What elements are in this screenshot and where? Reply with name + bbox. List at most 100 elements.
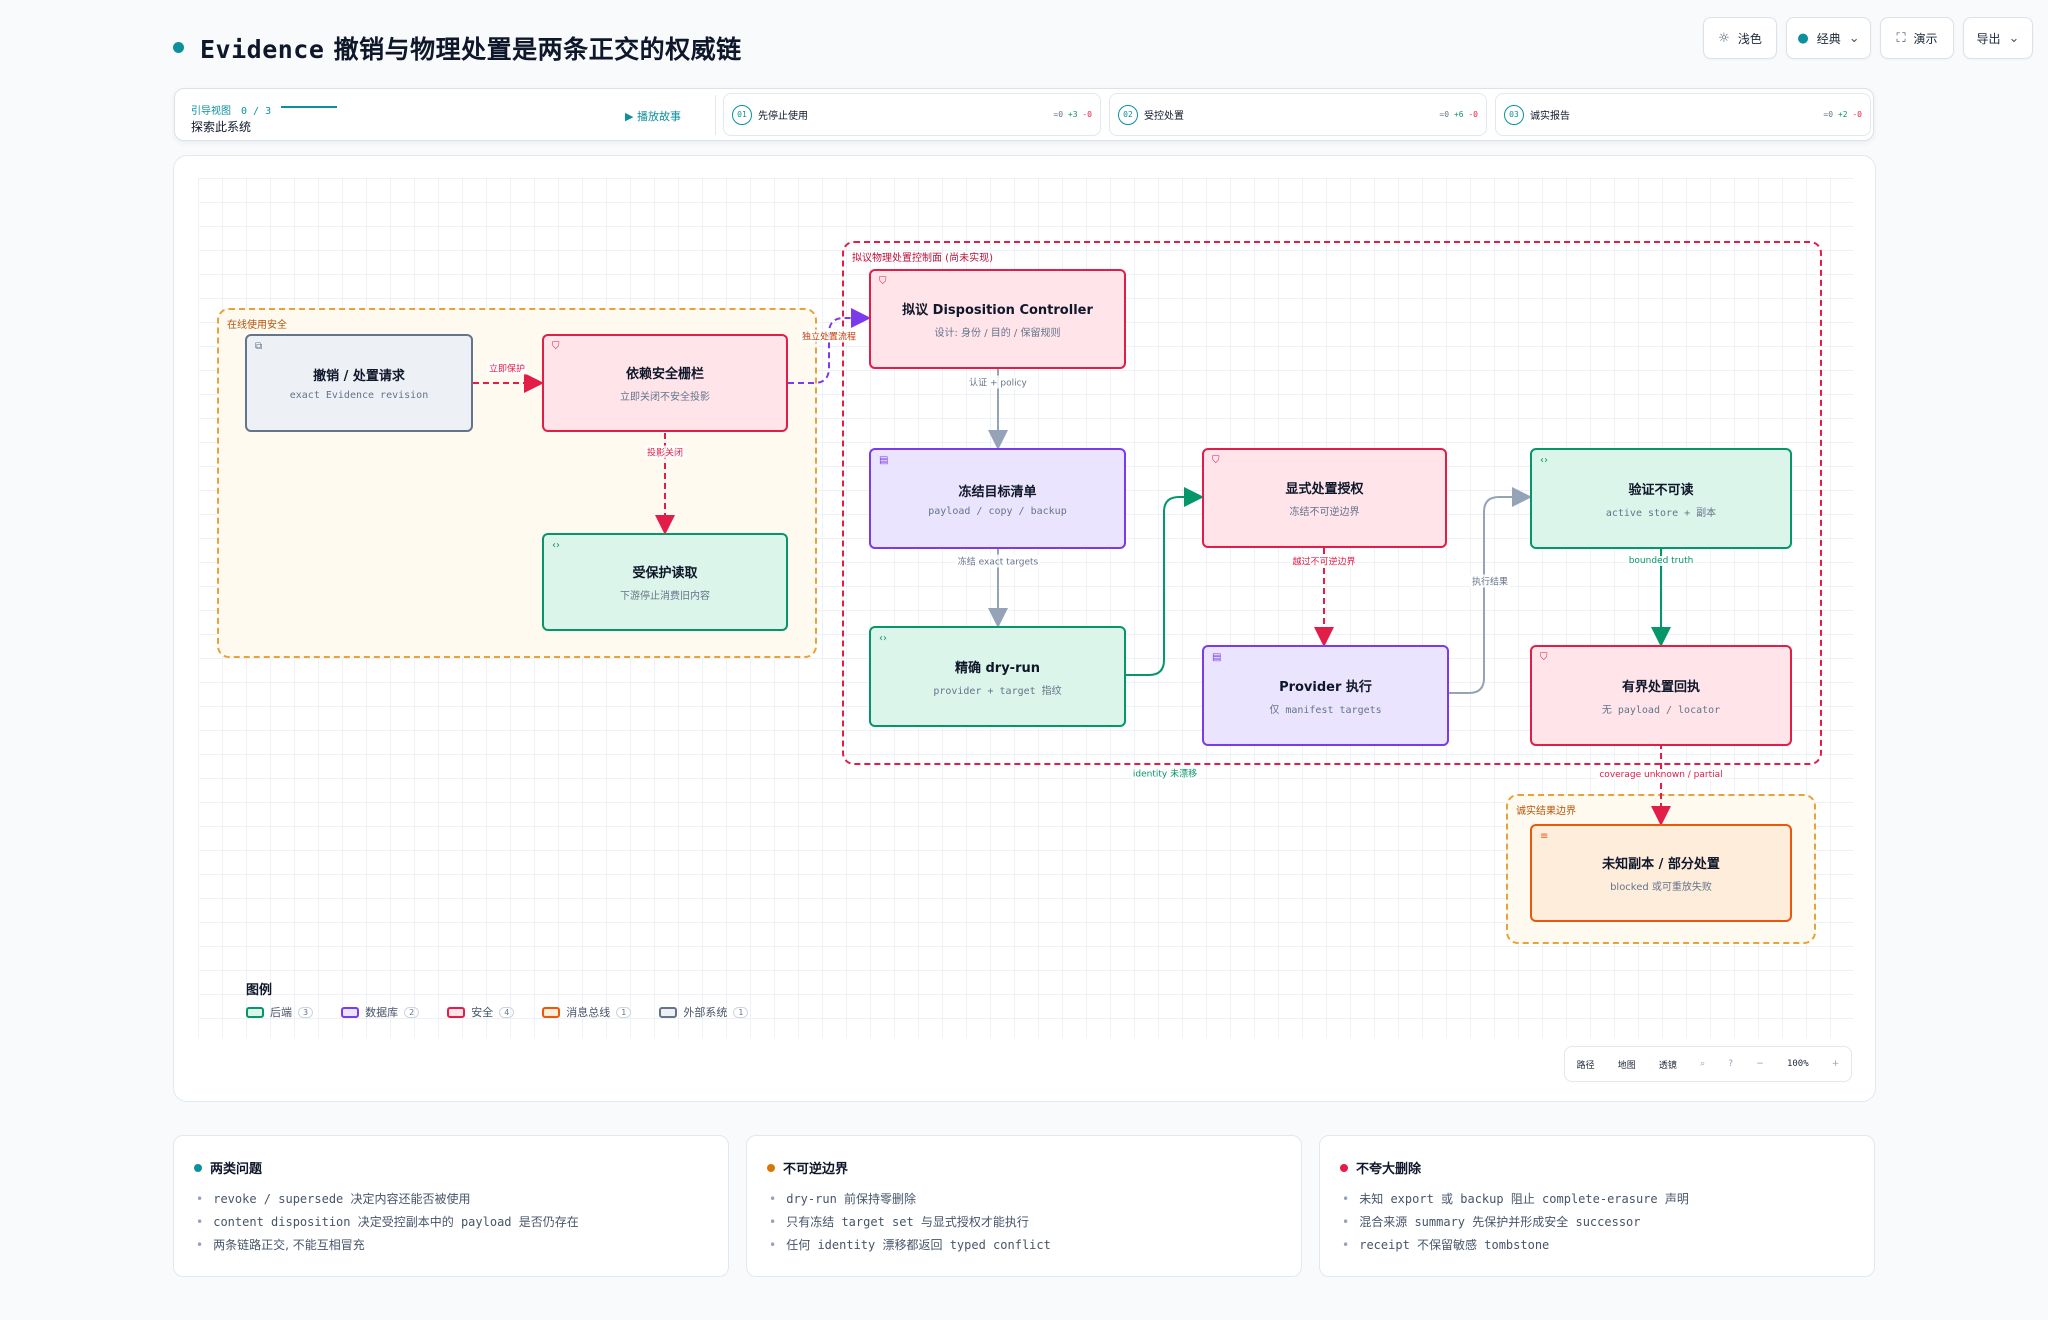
edge-label-irreversible: 越过不可逆边界 [1290, 554, 1358, 568]
tour-counter: 0 / 3 [241, 106, 272, 117]
legend-label: 外部系统 [683, 1006, 728, 1019]
external-link-icon: ⧉ [255, 341, 263, 352]
card-header: 不夸大删除 [1340, 1158, 1421, 1177]
node-title: Provider 执行 [1279, 679, 1372, 695]
node-dry-run[interactable]: ‹› 精确 dry-run provider + target 指纹 [869, 626, 1126, 727]
legend-item-backend[interactable]: 后端 3 [246, 1004, 314, 1020]
tour-step-delta: =0 +3 -0 [1053, 110, 1092, 119]
tour-step-2[interactable]: 02 受控处置 =0 +6 -0 [1109, 93, 1487, 136]
delta-equal: =0 [1439, 110, 1450, 119]
card-item: 只有冻结 target set 与显式授权才能执行 [769, 1211, 1051, 1234]
legend-label: 数据库 [365, 1006, 399, 1019]
tour-step-1[interactable]: 01 先停止使用 =0 +3 -0 [723, 93, 1101, 136]
light-theme-button[interactable]: ☼ 浅色 [1703, 17, 1777, 59]
card-list: dry-run 前保持零删除 只有冻结 target set 与显式授权才能执行… [769, 1188, 1051, 1257]
tour-explore-text: 探索此系统 [191, 120, 252, 134]
node-provider-execute[interactable]: ▤ Provider 执行 仅 manifest targets [1202, 645, 1449, 746]
edge-label-exec-result: 执行结果 [1469, 574, 1511, 588]
legend-label: 安全 [471, 1006, 494, 1019]
code-icon: ‹› [879, 633, 887, 644]
tour-divider [715, 95, 716, 135]
node-disposition-controller[interactable]: ⛉ 拟议 Disposition Controller 设计: 身份 / 目的 … [869, 269, 1126, 369]
card-item: receipt 不保留敏感 tombstone [1342, 1234, 1689, 1257]
tour-step-label: 诚实报告 [1530, 111, 1570, 122]
present-button[interactable]: ⛶ 演示 [1880, 17, 1954, 59]
export-button[interactable]: 导出 ⌄ [1963, 17, 2033, 59]
node-title: 受保护读取 [632, 566, 698, 581]
node-subtitle: 下游停止消费旧内容 [620, 591, 710, 602]
node-title: 有界处置回执 [1621, 679, 1700, 695]
delta-minus: -0 [1468, 110, 1478, 119]
tour-step-delta: =0 +6 -0 [1439, 110, 1478, 119]
delta-plus: +6 [1453, 110, 1464, 119]
node-protected-read[interactable]: ‹› 受保护读取 下游停止消费旧内容 [542, 533, 788, 631]
play-story-button[interactable]: ▶ 播放故事 [625, 108, 681, 124]
node-verify-unreadable[interactable]: ‹› 验证不可读 active store + 副本 [1530, 448, 1792, 549]
node-subtitle: payload / copy / backup [928, 505, 1067, 517]
node-title: 精确 dry-run [954, 660, 1041, 676]
legend-item-database[interactable]: 数据库 2 [341, 1004, 420, 1020]
zoom-out-button[interactable]: − [1756, 1059, 1764, 1069]
zoom-in-button[interactable]: + [1832, 1059, 1840, 1069]
title-status-dot [173, 42, 184, 53]
map-toggle[interactable]: 地图 [1618, 1058, 1636, 1071]
card-item: 未知 export 或 backup 阻止 complete-erasure 声… [1342, 1188, 1689, 1211]
zoom-level: 100% [1786, 1059, 1809, 1069]
card-item: 两条链路正交, 不能互相冒充 [196, 1234, 579, 1257]
node-subtitle: blocked 或可重放失败 [1610, 882, 1712, 893]
node-subtitle: 冻结不可逆边界 [1289, 507, 1360, 518]
edge-label-immediate-protect: 立即保护 [486, 361, 528, 375]
legend-swatch [341, 1006, 360, 1018]
delta-plus: +3 [1067, 110, 1078, 119]
node-revoke-request[interactable]: ⧉ 撤销 / 处置请求 exact Evidence revision [245, 334, 473, 432]
edge-label-identity-drift: identity 未漂移 [1130, 766, 1200, 780]
path-toggle[interactable]: 路径 [1577, 1058, 1595, 1071]
node-subtitle: 无 payload / locator [1601, 704, 1721, 716]
chevron-down-icon: ⌄ [2008, 30, 2020, 46]
edge-fence-controller [788, 308, 871, 384]
database-icon: ▤ [879, 455, 889, 466]
edge-label-freeze-targets: 冻结 exact targets [955, 554, 1041, 568]
export-label: 导出 [1976, 31, 2001, 46]
legend-count: 2 [404, 1006, 420, 1018]
card-list: revoke / supersede 决定内容还能否被使用 content di… [196, 1188, 579, 1257]
delta-minus: -0 [1082, 110, 1092, 119]
search-icon[interactable]: ⌕ [1700, 1059, 1705, 1069]
delta-equal: =0 [1053, 110, 1064, 119]
help-icon[interactable]: ? [1728, 1059, 1733, 1069]
node-explicit-authorization[interactable]: ⛉ 显式处置授权 冻结不可逆边界 [1202, 448, 1447, 548]
node-subtitle: 立即关闭不安全投影 [620, 392, 710, 403]
diagram-canvas[interactable]: 在线使用安全 拟议物理处置控制面 (尚未实现) 诚实结果边界 立即保护 投影关闭… [173, 155, 1876, 1102]
legend-label: 后端 [270, 1006, 292, 1019]
legend-count: 4 [499, 1006, 515, 1018]
node-title: 显式处置授权 [1285, 482, 1364, 497]
card-two-problems: 两类问题 revoke / supersede 决定内容还能否被使用 conte… [173, 1135, 729, 1277]
node-subtitle: exact Evidence revision [289, 390, 429, 401]
legend-item-message-bus[interactable]: 消息总线 1 [542, 1004, 632, 1020]
node-subtitle: active store + 副本 [1605, 507, 1717, 519]
node-disposition-receipt[interactable]: ⛉ 有界处置回执 无 payload / locator [1530, 645, 1792, 746]
tour-label-text: 引导视图 [191, 106, 231, 117]
code-icon: ‹› [552, 540, 560, 551]
theme-select-button[interactable]: ● 经典 ⌄ [1786, 17, 1871, 59]
tour-step-number: 01 [732, 104, 752, 125]
node-freeze-targets[interactable]: ▤ 冻结目标清单 payload / copy / backup [869, 448, 1126, 549]
tour-step-3[interactable]: 03 诚实报告 =0 +2 -0 [1495, 93, 1871, 136]
legend-item-security[interactable]: 安全 4 [447, 1004, 515, 1020]
card-header: 两类问题 [194, 1158, 262, 1177]
node-unknown-copies[interactable]: ≡ 未知副本 / 部分处置 blocked 或可重放失败 [1530, 824, 1792, 922]
node-subtitle: 设计: 身份 / 目的 / 保留规则 [934, 328, 1061, 339]
node-title: 验证不可读 [1628, 482, 1694, 498]
legend-item-external[interactable]: 外部系统 1 [659, 1004, 749, 1020]
shield-icon: ⛉ [1212, 455, 1220, 466]
node-title: 拟议 Disposition Controller [902, 303, 1093, 318]
node-dependency-fence[interactable]: ⛉ 依赖安全栅栏 立即关闭不安全投影 [542, 334, 788, 432]
lens-toggle[interactable]: 透镜 [1659, 1058, 1677, 1071]
node-title: 依赖安全栅栏 [625, 367, 704, 382]
tour-step-number: 03 [1504, 104, 1524, 125]
delta-minus: -0 [1852, 110, 1862, 119]
card-title: 不夸大删除 [1356, 1162, 1422, 1177]
card-dot [1340, 1163, 1348, 1172]
node-title: 冻结目标清单 [958, 484, 1037, 500]
legend-count: 3 [298, 1006, 314, 1018]
